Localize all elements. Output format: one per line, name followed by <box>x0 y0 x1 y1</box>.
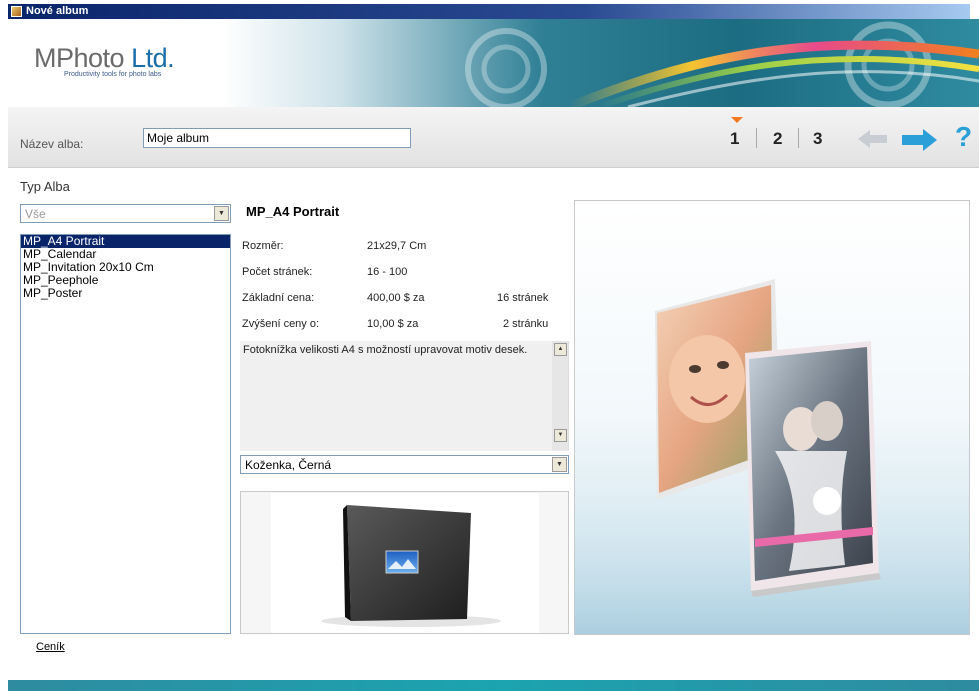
price-increase-unit: 2 stránku <box>503 318 549 330</box>
help-icon[interactable]: ? <box>955 121 972 153</box>
step-1[interactable]: 1 <box>730 129 739 149</box>
current-step-marker <box>731 117 743 123</box>
chevron-down-icon[interactable]: ▼ <box>214 206 229 221</box>
size-value: 21x29,7 Cm <box>367 240 427 252</box>
company-logo: MPhoto Ltd. Productivity tools for photo… <box>34 43 234 93</box>
window-title: Nové album <box>26 5 89 17</box>
scroll-up-icon[interactable]: ▲ <box>554 343 567 356</box>
pages-label: Počet stránek: <box>242 266 313 278</box>
step-divider <box>756 128 757 148</box>
price-increase-label: Zvýšení ceny o: <box>242 318 320 330</box>
scroll-down-icon[interactable]: ▼ <box>554 429 567 442</box>
price-increase-value: 10,00 $ za <box>367 318 419 330</box>
app-icon <box>11 6 22 17</box>
base-price-label: Základní cena: <box>242 292 315 304</box>
album-type-label: Typ Alba <box>20 179 70 194</box>
arrow-right-icon[interactable] <box>901 129 937 151</box>
list-item[interactable]: MP_Poster <box>21 287 230 300</box>
album-type-list[interactable]: MP_A4 Portrait MP_Calendar MP_Invitation… <box>20 234 231 634</box>
chevron-down-icon[interactable]: ▼ <box>552 457 567 472</box>
size-label: Rozměr: <box>242 240 284 252</box>
pages-value: 16 - 100 <box>367 266 408 278</box>
base-price-value: 400,00 $ za <box>367 292 425 304</box>
description-box[interactable]: Fotoknížka velikosti A4 s možností uprav… <box>240 341 569 451</box>
step-divider <box>798 128 799 148</box>
footer-bar <box>8 680 979 691</box>
header-banner: MPhoto Ltd. Productivity tools for photo… <box>8 19 979 107</box>
title-bar: Nové album <box>0 0 979 19</box>
logo-prefix: MPhoto <box>34 43 125 73</box>
material-select[interactable]: Koženka, Černá ▼ <box>240 455 569 474</box>
cover-material-preview <box>240 491 569 634</box>
step-2[interactable]: 2 <box>773 129 782 149</box>
album-detail-title: MP_A4 Portrait <box>246 204 340 219</box>
album-name-label: Název alba: <box>20 137 84 151</box>
album-type-filter-value: Vše <box>25 207 46 221</box>
window-caption[interactable]: Nové album <box>8 4 970 19</box>
album-preview-panel <box>574 200 970 635</box>
album-name-input[interactable] <box>143 128 411 148</box>
description-text: Fotoknížka velikosti A4 s možností uprav… <box>243 344 528 356</box>
base-price-unit: 16 stránek <box>497 292 549 304</box>
logo-tagline: Productivity tools for photo labs <box>64 71 162 78</box>
black-album-cover-image <box>321 505 501 627</box>
album-type-filter[interactable]: Vše ▼ <box>20 204 231 223</box>
price-list-link[interactable]: Ceník <box>36 641 65 653</box>
logo-wordmark: MPhoto Ltd. <box>34 43 234 73</box>
description-scrollbar[interactable]: ▲ ▼ <box>552 341 568 451</box>
album-name-bar: Název alba: 1 2 3 ? <box>8 107 979 168</box>
logo-suffix: Ltd. <box>131 43 175 73</box>
material-select-value: Koženka, Černá <box>245 458 332 472</box>
step-3[interactable]: 3 <box>813 129 822 149</box>
cover-image <box>271 493 539 633</box>
arrow-left-icon[interactable] <box>858 129 888 149</box>
photobook-preview-image <box>575 279 969 634</box>
